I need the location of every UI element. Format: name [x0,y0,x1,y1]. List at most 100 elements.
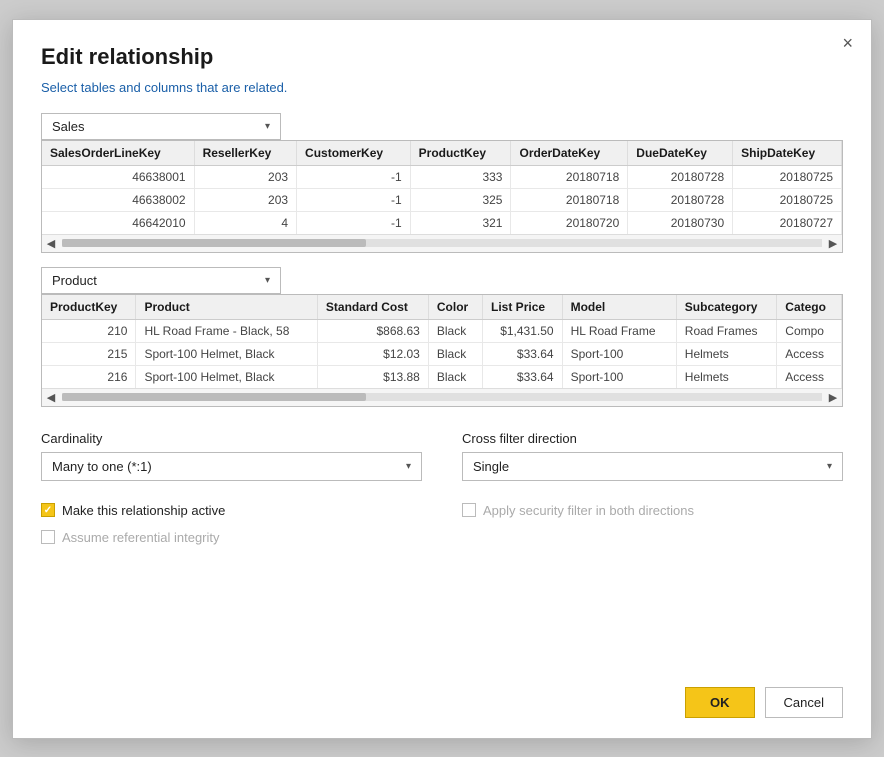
assume-integrity-checkbox[interactable] [41,530,55,544]
col-header-subcategory[interactable]: Subcategory [676,295,777,320]
col-header-standard-cost[interactable]: Standard Cost [317,295,428,320]
product-scroll-thumb [62,393,366,401]
ok-button[interactable]: OK [685,687,755,718]
table-cell: Sport-100 Helmet, Black [136,342,317,365]
col-header-product[interactable]: Product [136,295,317,320]
make-active-checkbox[interactable]: ✓ [41,503,55,517]
product-scroll-track[interactable] [62,393,822,401]
table-cell: 216 [42,365,136,388]
table-cell: 20180720 [511,211,628,234]
cross-filter-label: Cross filter direction [462,431,843,446]
scroll-right-icon[interactable]: ▶ [824,234,842,252]
col-header-salesorderlinekey[interactable]: SalesOrderLineKey [42,141,194,166]
table-cell: 325 [410,188,511,211]
table-cell: 203 [194,188,296,211]
scroll-left-icon[interactable]: ◀ [42,388,60,406]
col-header-customerkey[interactable]: CustomerKey [297,141,411,166]
product-table-dropdown[interactable]: Product ▾ [41,267,281,294]
cross-filter-section: Cross filter direction Single ▾ [462,431,843,481]
sales-table-section: Sales ▾ SalesOrderLineKey ResellerKey Cu… [41,113,843,253]
product-table-label: Product [52,273,97,288]
table-row[interactable]: 215Sport-100 Helmet, Black$12.03Black$33… [42,342,842,365]
table-row[interactable]: 216Sport-100 Helmet, Black$13.88Black$33… [42,365,842,388]
close-button[interactable]: × [842,34,853,52]
table-cell: 20180718 [511,165,628,188]
chevron-down-icon: ▾ [265,121,270,132]
table-cell: 215 [42,342,136,365]
product-data-table: ProductKey Product Standard Cost Color L… [42,295,842,388]
checkboxes-section: ✓ Make this relationship active Assume r… [41,491,843,545]
col-header-color[interactable]: Color [428,295,482,320]
table-cell: $33.64 [483,342,563,365]
cross-filter-value: Single [473,459,509,474]
edit-relationship-dialog: × Edit relationship Select tables and co… [12,19,872,739]
product-scrollbar[interactable]: ◀ ▶ [42,388,842,406]
chevron-down-icon: ▾ [406,461,411,472]
table-cell: HL Road Frame [562,319,676,342]
col-header-category[interactable]: Catego [777,295,842,320]
sales-scroll-track[interactable] [62,239,822,247]
product-data-table-wrapper: ProductKey Product Standard Cost Color L… [41,294,843,407]
table-cell: Access [777,342,842,365]
sales-table-label: Sales [52,119,85,134]
table-cell: Helmets [676,342,777,365]
cross-filter-dropdown[interactable]: Single ▾ [462,452,843,481]
table-cell: -1 [297,188,411,211]
cancel-button[interactable]: Cancel [765,687,843,718]
cardinality-value: Many to one (*:1) [52,459,152,474]
col-header-model[interactable]: Model [562,295,676,320]
cardinality-section: Cardinality Many to one (*:1) ▾ [41,431,422,481]
table-row[interactable]: 466420104-1321201807202018073020180727 [42,211,842,234]
cardinality-dropdown[interactable]: Many to one (*:1) ▾ [41,452,422,481]
checkmark-icon: ✓ [44,505,52,516]
table-cell: 210 [42,319,136,342]
table-cell: -1 [297,211,411,234]
col-header-shipdatekey[interactable]: ShipDateKey [733,141,842,166]
sales-scroll-thumb [62,239,366,247]
col-header-resellerkey[interactable]: ResellerKey [194,141,296,166]
dialog-subtitle: Select tables and columns that are relat… [41,80,843,95]
dialog-footer: OK Cancel [41,677,843,718]
table-cell: 20180718 [511,188,628,211]
table-cell: 46638002 [42,188,194,211]
sales-scrollbar[interactable]: ◀ ▶ [42,234,842,252]
table-cell: Compo [777,319,842,342]
make-active-row: ✓ Make this relationship active [41,503,422,518]
col-header-productkey[interactable]: ProductKey [42,295,136,320]
table-cell: 333 [410,165,511,188]
table-cell: HL Road Frame - Black, 58 [136,319,317,342]
table-cell: 20180730 [628,211,733,234]
table-cell: 4 [194,211,296,234]
product-table-section: Product ▾ ProductKey Product Standard Co… [41,267,843,407]
table-cell: Sport-100 [562,342,676,365]
col-header-productkey[interactable]: ProductKey [410,141,511,166]
scroll-right-icon[interactable]: ▶ [824,388,842,406]
sales-table-dropdown[interactable]: Sales ▾ [41,113,281,140]
apply-security-checkbox[interactable] [462,503,476,517]
apply-security-row: Apply security filter in both directions [462,503,843,518]
table-cell: 46638001 [42,165,194,188]
scroll-left-icon[interactable]: ◀ [42,234,60,252]
cardinality-label: Cardinality [41,431,422,446]
table-row[interactable]: 210HL Road Frame - Black, 58$868.63Black… [42,319,842,342]
table-cell: 46642010 [42,211,194,234]
table-cell: 20180725 [733,165,842,188]
col-header-list-price[interactable]: List Price [483,295,563,320]
table-cell: $1,431.50 [483,319,563,342]
sales-data-table-wrapper: SalesOrderLineKey ResellerKey CustomerKe… [41,140,843,253]
table-cell: Sport-100 Helmet, Black [136,365,317,388]
col-header-orderdatekey[interactable]: OrderDateKey [511,141,628,166]
table-cell: 20180727 [733,211,842,234]
table-row[interactable]: 46638002203-1325201807182018072820180725 [42,188,842,211]
table-cell: Black [428,365,482,388]
table-row[interactable]: 46638001203-1333201807182018072820180725 [42,165,842,188]
left-checkboxes: ✓ Make this relationship active Assume r… [41,491,422,545]
table-cell: $13.88 [317,365,428,388]
table-cell: Sport-100 [562,365,676,388]
dialog-title: Edit relationship [41,44,843,70]
col-header-duedatekey[interactable]: DueDateKey [628,141,733,166]
make-active-label: Make this relationship active [62,503,225,518]
table-cell: Road Frames [676,319,777,342]
table-cell: Black [428,342,482,365]
options-section: Cardinality Many to one (*:1) ▾ Cross fi… [41,431,843,481]
